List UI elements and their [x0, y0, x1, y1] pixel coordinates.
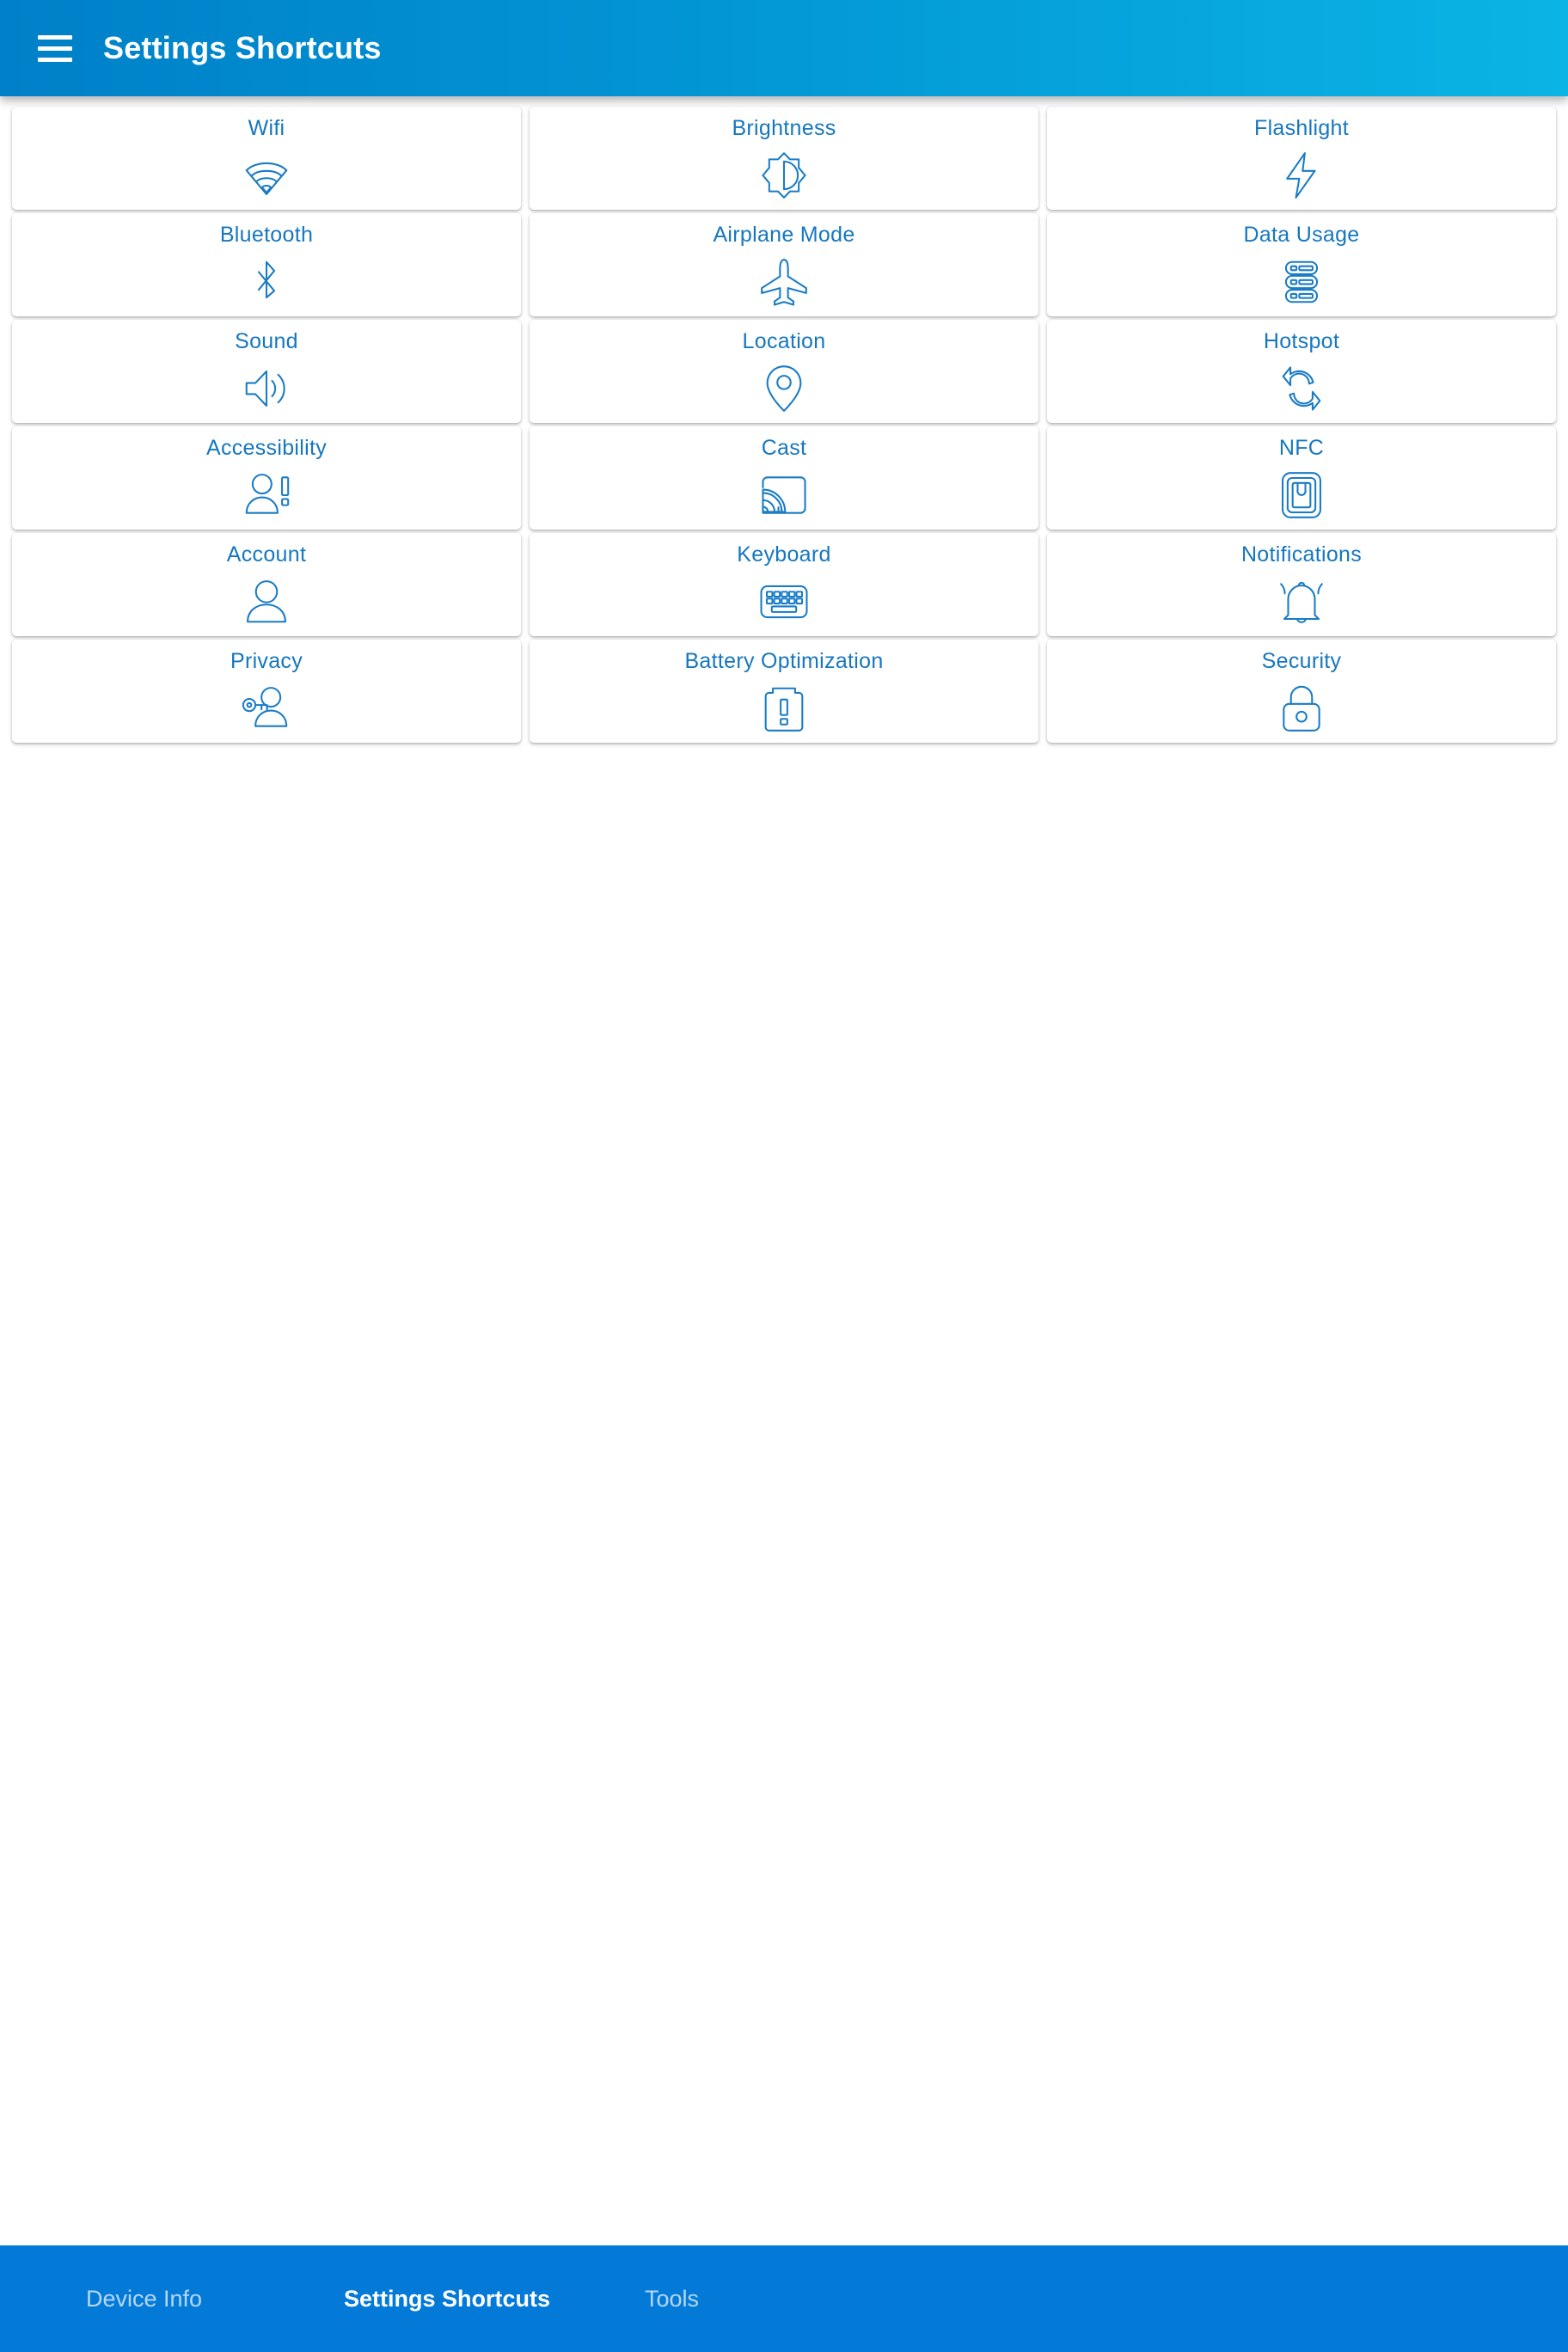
shortcut-label: Notifications: [1240, 542, 1363, 567]
shortcut-label: Sound: [235, 329, 298, 353]
bottom-navigation-bar: Device Info Settings Shortcuts Tools: [0, 2245, 1568, 2352]
shortcut-grid: Wifi Brightness Flashlight Bluetooth Air…: [0, 96, 1568, 743]
shortcut-card-hotspot[interactable]: Hotspot: [1047, 320, 1556, 423]
shortcut-label: Brightness: [732, 116, 836, 140]
shortcut-card-nfc[interactable]: NFC: [1047, 426, 1556, 530]
accessibility-person-icon: [240, 469, 293, 522]
flashlight-icon: [1275, 149, 1328, 202]
nav-tab-settings-shortcuts[interactable]: Settings Shortcuts: [344, 2286, 645, 2312]
shortcut-label: Flashlight: [1254, 116, 1349, 140]
content-area: Wifi Brightness Flashlight Bluetooth Air…: [0, 96, 1568, 2245]
shortcut-label: Security: [1261, 649, 1342, 673]
shortcut-card-brightness[interactable]: Brightness: [530, 107, 1038, 210]
app-root: Settings Shortcuts Wifi Brightness Flash…: [0, 0, 1568, 2352]
shortcut-card-location[interactable]: Location: [530, 320, 1038, 423]
nav-tab-device-info[interactable]: Device Info: [86, 2286, 344, 2312]
shortcut-label: Data Usage: [1243, 223, 1360, 247]
hamburger-menu-icon[interactable]: [31, 24, 79, 72]
shortcut-card-sound[interactable]: Sound: [12, 320, 521, 423]
nav-tab-tools[interactable]: Tools: [645, 2286, 903, 2312]
shortcut-label: Location: [742, 329, 826, 353]
hamburger-bar: [38, 46, 72, 51]
cast-screen-icon: [757, 469, 811, 522]
shortcut-label: Wifi: [248, 116, 285, 140]
shortcut-card-keyboard[interactable]: Keyboard: [530, 533, 1038, 636]
bell-icon: [1275, 575, 1328, 628]
shortcut-label: Cast: [761, 436, 807, 460]
shortcut-card-privacy[interactable]: Privacy: [12, 640, 521, 743]
location-pin-icon: [757, 362, 811, 415]
account-person-icon: [240, 575, 293, 628]
shortcut-label: Account: [226, 542, 307, 567]
hamburger-bar: [38, 34, 72, 40]
battery-alert-icon: [757, 682, 811, 735]
shortcut-card-bluetooth[interactable]: Bluetooth: [12, 213, 521, 316]
shortcut-card-notifications[interactable]: Notifications: [1047, 533, 1556, 636]
shortcut-label: Airplane Mode: [713, 223, 855, 247]
shortcut-label: Privacy: [230, 649, 303, 673]
key-person-icon: [240, 682, 293, 735]
nfc-icon: [1275, 469, 1328, 522]
shortcut-label: Accessibility: [205, 436, 328, 460]
lock-icon: [1275, 682, 1328, 735]
shortcut-card-accessibility[interactable]: Accessibility: [12, 426, 521, 530]
wifi-icon: [240, 149, 293, 202]
shortcut-card-wifi[interactable]: Wifi: [12, 107, 521, 210]
bluetooth-icon: [240, 255, 293, 309]
shortcut-label: Keyboard: [737, 542, 831, 567]
sync-arrows-icon: [1275, 362, 1328, 415]
app-bar: Settings Shortcuts: [0, 0, 1568, 96]
shortcut-label: Bluetooth: [219, 223, 314, 247]
shortcut-card-flashlight[interactable]: Flashlight: [1047, 107, 1556, 210]
data-usage-icon: [1275, 255, 1328, 309]
sound-icon: [240, 362, 293, 415]
page-title: Settings Shortcuts: [103, 30, 382, 65]
shortcut-card-data-usage[interactable]: Data Usage: [1047, 213, 1556, 316]
shortcut-label: NFC: [1278, 436, 1325, 460]
brightness-icon: [757, 149, 811, 202]
shortcut-card-account[interactable]: Account: [12, 533, 521, 636]
shortcut-label: Hotspot: [1263, 329, 1340, 353]
shortcut-card-airplane-mode[interactable]: Airplane Mode: [530, 213, 1038, 316]
shortcut-card-battery-optimization[interactable]: Battery Optimization: [530, 640, 1038, 743]
airplane-icon: [757, 255, 811, 309]
shortcut-card-security[interactable]: Security: [1047, 640, 1556, 743]
shortcut-card-cast[interactable]: Cast: [530, 426, 1038, 530]
shortcut-label: Battery Optimization: [684, 649, 884, 673]
hamburger-bar: [38, 57, 72, 62]
keyboard-icon: [757, 575, 811, 628]
